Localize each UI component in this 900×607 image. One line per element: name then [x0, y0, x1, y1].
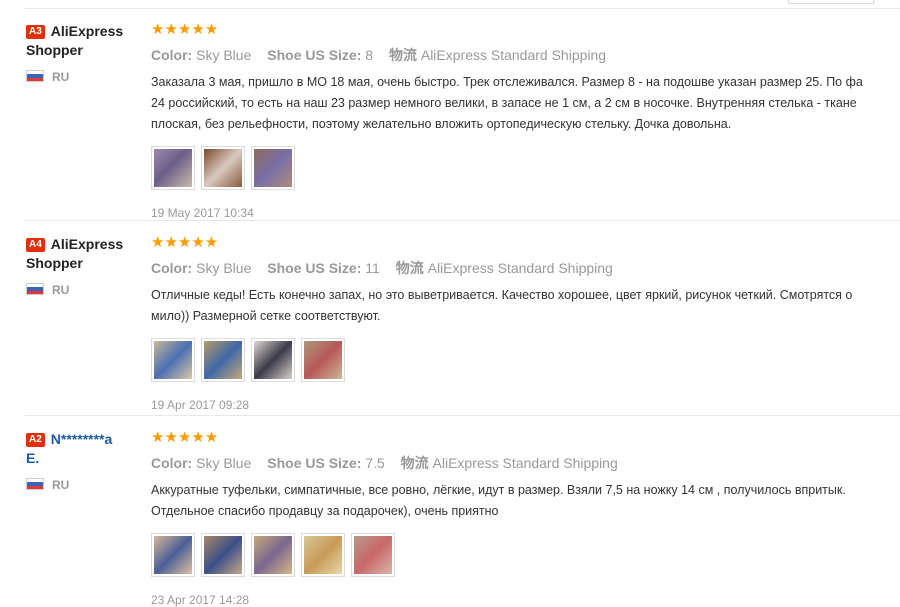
- review-photo[interactable]: [251, 533, 295, 577]
- color-value: Sky Blue: [196, 455, 252, 471]
- shipping-value: AliExpress Standard Shipping: [420, 47, 607, 63]
- review-photo[interactable]: [201, 338, 245, 382]
- color-value: Sky Blue: [196, 260, 252, 276]
- review-photo[interactable]: [201, 533, 245, 577]
- review-meta: Color: Sky Blue Shoe US Size: 7.5 物流 Ali…: [151, 453, 900, 473]
- russia-flag-icon: [26, 478, 44, 490]
- reviewer-name: AliExpress: [50, 23, 124, 39]
- shipping-label: 物流: [400, 455, 429, 471]
- review-text: Заказала 3 мая, пришло в МО 18 мая, очен…: [151, 72, 900, 135]
- country-code: RU: [52, 478, 70, 492]
- review-photo[interactable]: [201, 146, 245, 190]
- russia-flag-icon: [26, 283, 44, 295]
- russia-flag-icon: [26, 70, 44, 82]
- size-label: Shoe US Size:: [267, 455, 362, 471]
- review-photo[interactable]: [351, 533, 395, 577]
- size-label: Shoe US Size:: [267, 47, 362, 63]
- reviewer-info: A2 N********a E. RU: [26, 430, 141, 492]
- color-value: Sky Blue: [196, 47, 252, 63]
- review-photo[interactable]: [301, 533, 345, 577]
- review-text-line: мило)) Размерной сетке соответствуют.: [151, 309, 381, 323]
- review-divider: [25, 415, 900, 416]
- reviewer-info: A4 AliExpress Shopper RU: [26, 235, 141, 297]
- reviewer-name: AliExpress: [50, 236, 124, 252]
- rating-stars: ★★★★★: [151, 234, 219, 251]
- photo-thumbnails: [151, 146, 900, 190]
- review-photo[interactable]: [151, 146, 195, 190]
- color-label: Color:: [151, 47, 193, 63]
- review-photo[interactable]: [251, 146, 295, 190]
- level-badge: A4: [26, 238, 45, 252]
- review-divider: [25, 220, 900, 221]
- top-divider: [25, 8, 900, 9]
- country-code: RU: [52, 70, 70, 84]
- review-text-line: плоская, без рельефности, поэтому желате…: [151, 117, 732, 131]
- review-text: Аккуратные туфельки, симпатичные, все ро…: [151, 480, 900, 522]
- review-date: 19 May 2017 10:34: [151, 206, 254, 220]
- review-text-line: Отдельное спасибо продавцу за подарочек)…: [151, 504, 499, 518]
- reviewer-info: A3 AliExpress Shopper RU: [26, 22, 141, 84]
- review-photo[interactable]: [301, 338, 345, 382]
- reviewer-name-line: A3 AliExpress: [26, 22, 141, 41]
- rating-stars: ★★★★★: [151, 21, 219, 38]
- sort-box[interactable]: [788, 0, 874, 4]
- review-text-line: Аккуратные туфельки, симпатичные, все ро…: [151, 483, 846, 497]
- review-content: ★★★★★ Color: Sky Blue Shoe US Size: 8 物流…: [151, 22, 900, 220]
- reviewer-name-cont[interactable]: E.: [26, 449, 141, 468]
- photo-thumbnails: [151, 338, 900, 382]
- review-text-line: 24 российский, то есть на наш 23 размер …: [151, 96, 857, 110]
- color-label: Color:: [151, 260, 193, 276]
- reviewer-name-line: A4 AliExpress: [26, 235, 141, 254]
- review-photo[interactable]: [151, 338, 195, 382]
- reviewer-country: RU: [26, 283, 141, 297]
- country-code: RU: [52, 283, 70, 297]
- review-text-line: Заказала 3 мая, пришло в МО 18 мая, очен…: [151, 75, 863, 89]
- size-value: 8: [365, 47, 374, 63]
- reviewer-name-cont: Shopper: [26, 255, 83, 271]
- reviewer-name-line: A2 N********a: [26, 430, 141, 449]
- size-label: Shoe US Size:: [267, 260, 362, 276]
- review-text-line: Отличные кеды! Есть конечно запах, но эт…: [151, 288, 853, 302]
- shipping-value: AliExpress Standard Shipping: [427, 260, 613, 276]
- reviewer-name[interactable]: N********a: [51, 431, 112, 447]
- photo-thumbnails: [151, 533, 900, 577]
- review-text: Отличные кеды! Есть конечно запах, но эт…: [151, 285, 900, 327]
- size-value: 11: [365, 260, 380, 276]
- reviewer-country: RU: [26, 478, 141, 492]
- review-meta: Color: Sky Blue Shoe US Size: 11 物流 AliE…: [151, 258, 900, 278]
- review-content: ★★★★★ Color: Sky Blue Shoe US Size: 7.5 …: [151, 430, 900, 607]
- shipping-label: 物流: [395, 260, 424, 276]
- size-value: 7.5: [365, 455, 385, 471]
- review-date: 23 Apr 2017 14:28: [151, 593, 250, 607]
- reviewer-country: RU: [26, 70, 141, 84]
- review-content: ★★★★★ Color: Sky Blue Shoe US Size: 11 物…: [151, 235, 900, 412]
- shipping-label: 物流: [388, 47, 417, 63]
- level-badge: A3: [26, 25, 45, 39]
- shipping-value: AliExpress Standard Shipping: [432, 455, 618, 471]
- reviewer-name-cont: Shopper: [26, 42, 83, 58]
- level-badge: A2: [26, 433, 45, 447]
- review-date: 19 Apr 2017 09:28: [151, 398, 250, 412]
- review-photo[interactable]: [251, 338, 295, 382]
- rating-stars: ★★★★★: [151, 429, 219, 446]
- color-label: Color:: [151, 455, 193, 471]
- review-meta: Color: Sky Blue Shoe US Size: 8 物流 AliEx…: [151, 45, 900, 65]
- review-photo[interactable]: [151, 533, 195, 577]
